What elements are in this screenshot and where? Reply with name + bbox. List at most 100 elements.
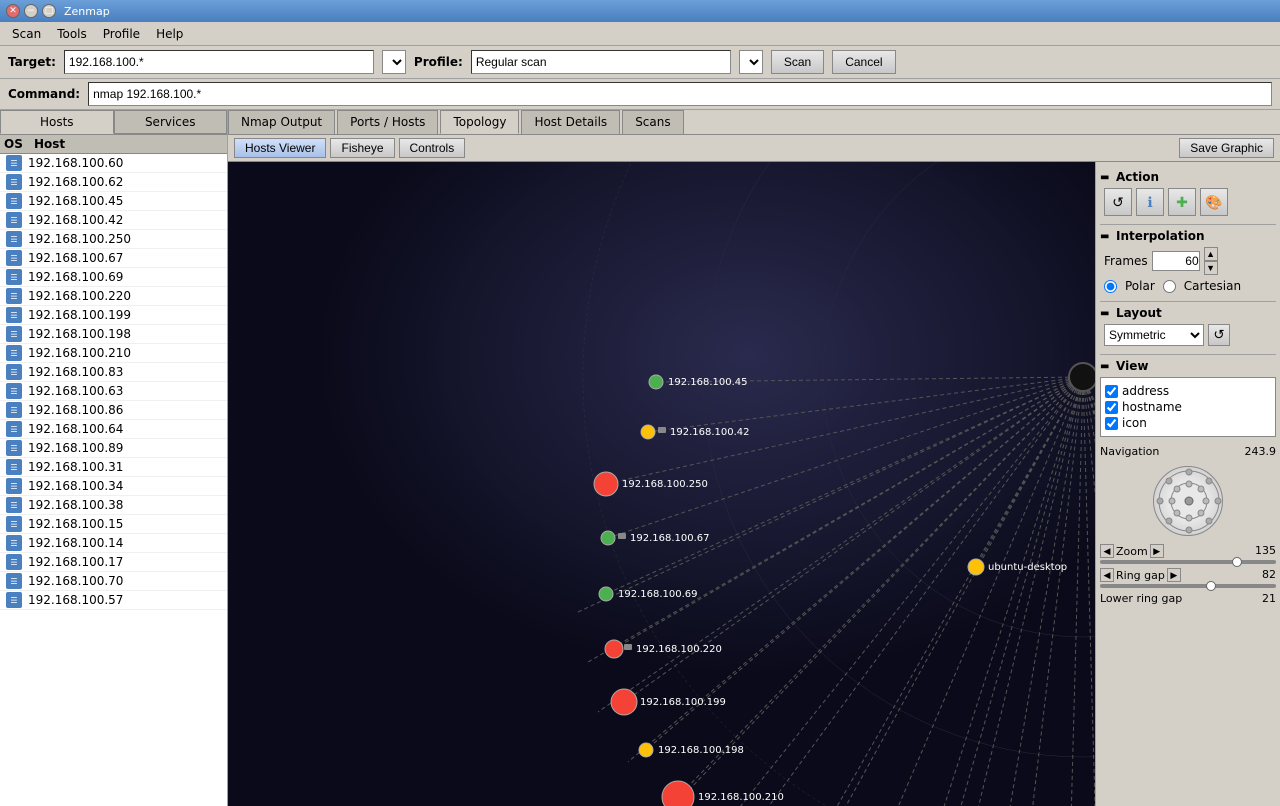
interpolation-section-header[interactable]: ▬ Interpolation [1100, 229, 1276, 243]
cartesian-radio[interactable] [1163, 280, 1176, 293]
host-ip: 192.168.100.14 [28, 536, 123, 550]
ring-gap-right-btn[interactable]: ▶ [1167, 568, 1181, 582]
os-icon-img: ☰ [6, 250, 22, 266]
layout-refresh-btn[interactable]: ↺ [1208, 324, 1230, 346]
os-icon: ☰ [4, 174, 24, 190]
host-row[interactable]: ☰ 192.168.100.69 [0, 268, 227, 287]
os-icon: ☰ [4, 307, 24, 323]
frames-down-btn[interactable]: ▼ [1204, 261, 1218, 275]
host-row[interactable]: ☰ 192.168.100.31 [0, 458, 227, 477]
ring-gap-left-btn[interactable]: ◀ [1100, 568, 1114, 582]
fisheye-button[interactable]: Fisheye [330, 138, 394, 158]
hosts-tab[interactable]: Hosts [0, 110, 114, 134]
target-dropdown[interactable] [382, 50, 406, 74]
host-ip: 192.168.100.64 [28, 422, 123, 436]
view-hostname-label: hostname [1122, 400, 1182, 414]
host-row[interactable]: ☰ 192.168.100.42 [0, 211, 227, 230]
ring-gap-track[interactable] [1100, 584, 1276, 588]
target-input[interactable] [64, 50, 374, 74]
cancel-button[interactable]: Cancel [832, 50, 895, 74]
host-row[interactable]: ☰ 192.168.100.57 [0, 591, 227, 610]
layout-section-header[interactable]: ▬ Layout [1100, 306, 1276, 320]
host-row[interactable]: ☰ 192.168.100.15 [0, 515, 227, 534]
tab-topology[interactable]: Topology [440, 110, 519, 134]
nav-wheel[interactable] [1153, 466, 1223, 536]
zoom-thumb[interactable] [1232, 557, 1242, 567]
os-icon: ☰ [4, 459, 24, 475]
host-row[interactable]: ☰ 192.168.100.86 [0, 401, 227, 420]
tab-host-details[interactable]: Host Details [521, 110, 620, 134]
host-row[interactable]: ☰ 192.168.100.60 [0, 154, 227, 173]
menu-help[interactable]: Help [148, 25, 191, 43]
menu-tools[interactable]: Tools [49, 25, 95, 43]
view-toggle-icon: ▬ [1100, 361, 1112, 372]
menu-profile[interactable]: Profile [95, 25, 148, 43]
os-icon-img: ☰ [6, 364, 22, 380]
host-row[interactable]: ☰ 192.168.100.62 [0, 173, 227, 192]
hosts-viewer-button[interactable]: Hosts Viewer [234, 138, 326, 158]
command-input[interactable] [88, 82, 1272, 106]
host-row[interactable]: ☰ 192.168.100.64 [0, 420, 227, 439]
services-tab[interactable]: Services [114, 110, 228, 134]
polar-radio[interactable] [1104, 280, 1117, 293]
cartesian-label: Cartesian [1184, 279, 1241, 293]
host-row[interactable]: ☰ 192.168.100.70 [0, 572, 227, 591]
tab-nmap-output[interactable]: Nmap Output [228, 110, 335, 134]
host-ip: 192.168.100.86 [28, 403, 123, 417]
os-icon-img: ☰ [6, 193, 22, 209]
tab-scans[interactable]: Scans [622, 110, 683, 134]
zoom-right-btn[interactable]: ▶ [1150, 544, 1164, 558]
scan-button[interactable]: Scan [771, 50, 824, 74]
frames-row: Frames ▲ ▼ [1104, 247, 1276, 275]
host-row[interactable]: ☰ 192.168.100.67 [0, 249, 227, 268]
view-hostname-check[interactable] [1105, 401, 1118, 414]
view-address-check[interactable] [1105, 385, 1118, 398]
host-row[interactable]: ☰ 192.168.100.45 [0, 192, 227, 211]
host-ip: 192.168.100.210 [28, 346, 131, 360]
os-icon-img: ☰ [6, 440, 22, 456]
controls-button[interactable]: Controls [399, 138, 466, 158]
action-color-btn[interactable]: 🎨 [1200, 188, 1228, 216]
host-row[interactable]: ☰ 192.168.100.14 [0, 534, 227, 553]
window-controls[interactable]: ✕ − □ [6, 4, 56, 18]
frames-up-btn[interactable]: ▲ [1204, 247, 1218, 261]
host-row[interactable]: ☰ 192.168.100.17 [0, 553, 227, 572]
host-list: ☰ 192.168.100.60 ☰ 192.168.100.62 ☰ 192.… [0, 154, 227, 806]
host-ip: 192.168.100.70 [28, 574, 123, 588]
zoom-left-btn[interactable]: ◀ [1100, 544, 1114, 558]
navigation-label-row: Navigation 243.9 [1100, 445, 1276, 458]
host-row[interactable]: ☰ 192.168.100.63 [0, 382, 227, 401]
tab-ports-hosts[interactable]: Ports / Hosts [337, 110, 438, 134]
save-graphic-button[interactable]: Save Graphic [1179, 138, 1274, 158]
zoom-track[interactable] [1100, 560, 1276, 564]
host-ip: 192.168.100.83 [28, 365, 123, 379]
host-row[interactable]: ☰ 192.168.100.83 [0, 363, 227, 382]
profile-dropdown[interactable] [739, 50, 763, 74]
view-icon-check[interactable] [1105, 417, 1118, 430]
host-row[interactable]: ☰ 192.168.100.34 [0, 477, 227, 496]
ring-gap-thumb[interactable] [1206, 581, 1216, 591]
host-row[interactable]: ☰ 192.168.100.198 [0, 325, 227, 344]
host-row[interactable]: ☰ 192.168.100.199 [0, 306, 227, 325]
profile-input[interactable] [471, 50, 731, 74]
frames-input[interactable] [1152, 251, 1200, 271]
action-info-btn[interactable]: ℹ [1136, 188, 1164, 216]
host-row[interactable]: ☰ 192.168.100.220 [0, 287, 227, 306]
view-icon-label: icon [1122, 416, 1147, 430]
action-add-btn[interactable]: ✚ [1168, 188, 1196, 216]
host-row[interactable]: ☰ 192.168.100.89 [0, 439, 227, 458]
close-button[interactable]: ✕ [6, 4, 20, 18]
minimize-button[interactable]: − [24, 4, 38, 18]
maximize-button[interactable]: □ [42, 4, 56, 18]
action-refresh-btn[interactable]: ↺ [1104, 188, 1132, 216]
os-icon: ☰ [4, 364, 24, 380]
layout-select[interactable]: Symmetric Radial Tree [1104, 324, 1204, 346]
navigation-value: 243.9 [1245, 445, 1277, 458]
action-section-header[interactable]: ▬ Action [1100, 170, 1276, 184]
view-section-header[interactable]: ▬ View [1100, 359, 1276, 373]
host-row[interactable]: ☰ 192.168.100.38 [0, 496, 227, 515]
host-ip: 192.168.100.67 [28, 251, 123, 265]
host-row[interactable]: ☰ 192.168.100.250 [0, 230, 227, 249]
host-row[interactable]: ☰ 192.168.100.210 [0, 344, 227, 363]
menu-scan[interactable]: Scan [4, 25, 49, 43]
